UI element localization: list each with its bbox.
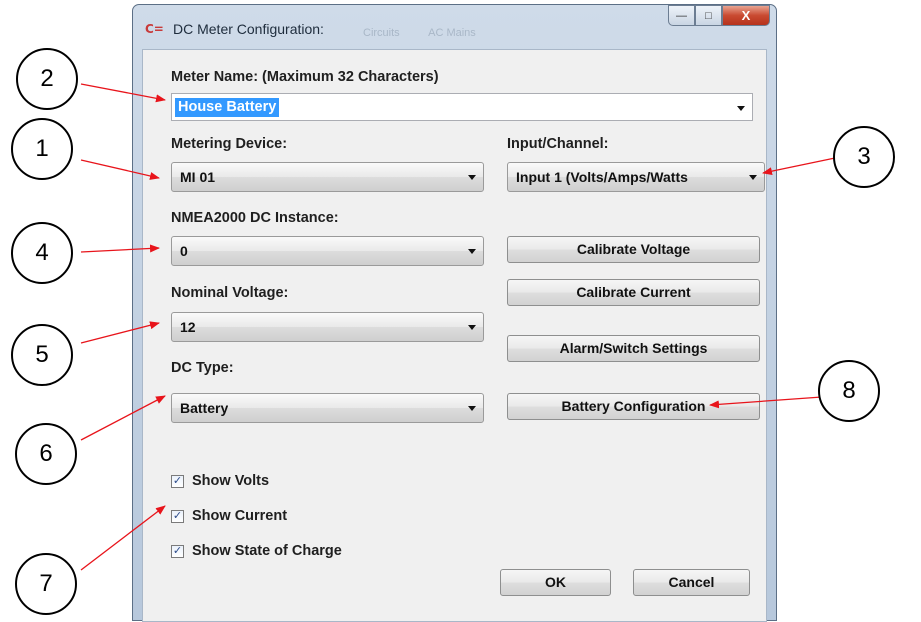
callout-arrow-6 [80,395,166,441]
callout-8: 8 [818,360,880,422]
annotation-arrows [80,83,851,571]
callout-arrow-3 [762,157,836,176]
callout-arrow-1 [80,159,160,180]
callout-3: 3 [833,126,895,188]
callout-arrow-7 [80,505,166,571]
callout-arrow-4 [80,244,160,253]
callout-1: 1 [11,118,73,180]
callout-4: 4 [11,222,73,284]
callout-7: 7 [15,553,77,615]
callout-5: 5 [11,324,73,386]
callout-6: 6 [15,423,77,485]
callout-2: 2 [16,48,78,110]
callout-arrow-5 [80,321,160,344]
callout-arrow-2 [80,83,166,103]
